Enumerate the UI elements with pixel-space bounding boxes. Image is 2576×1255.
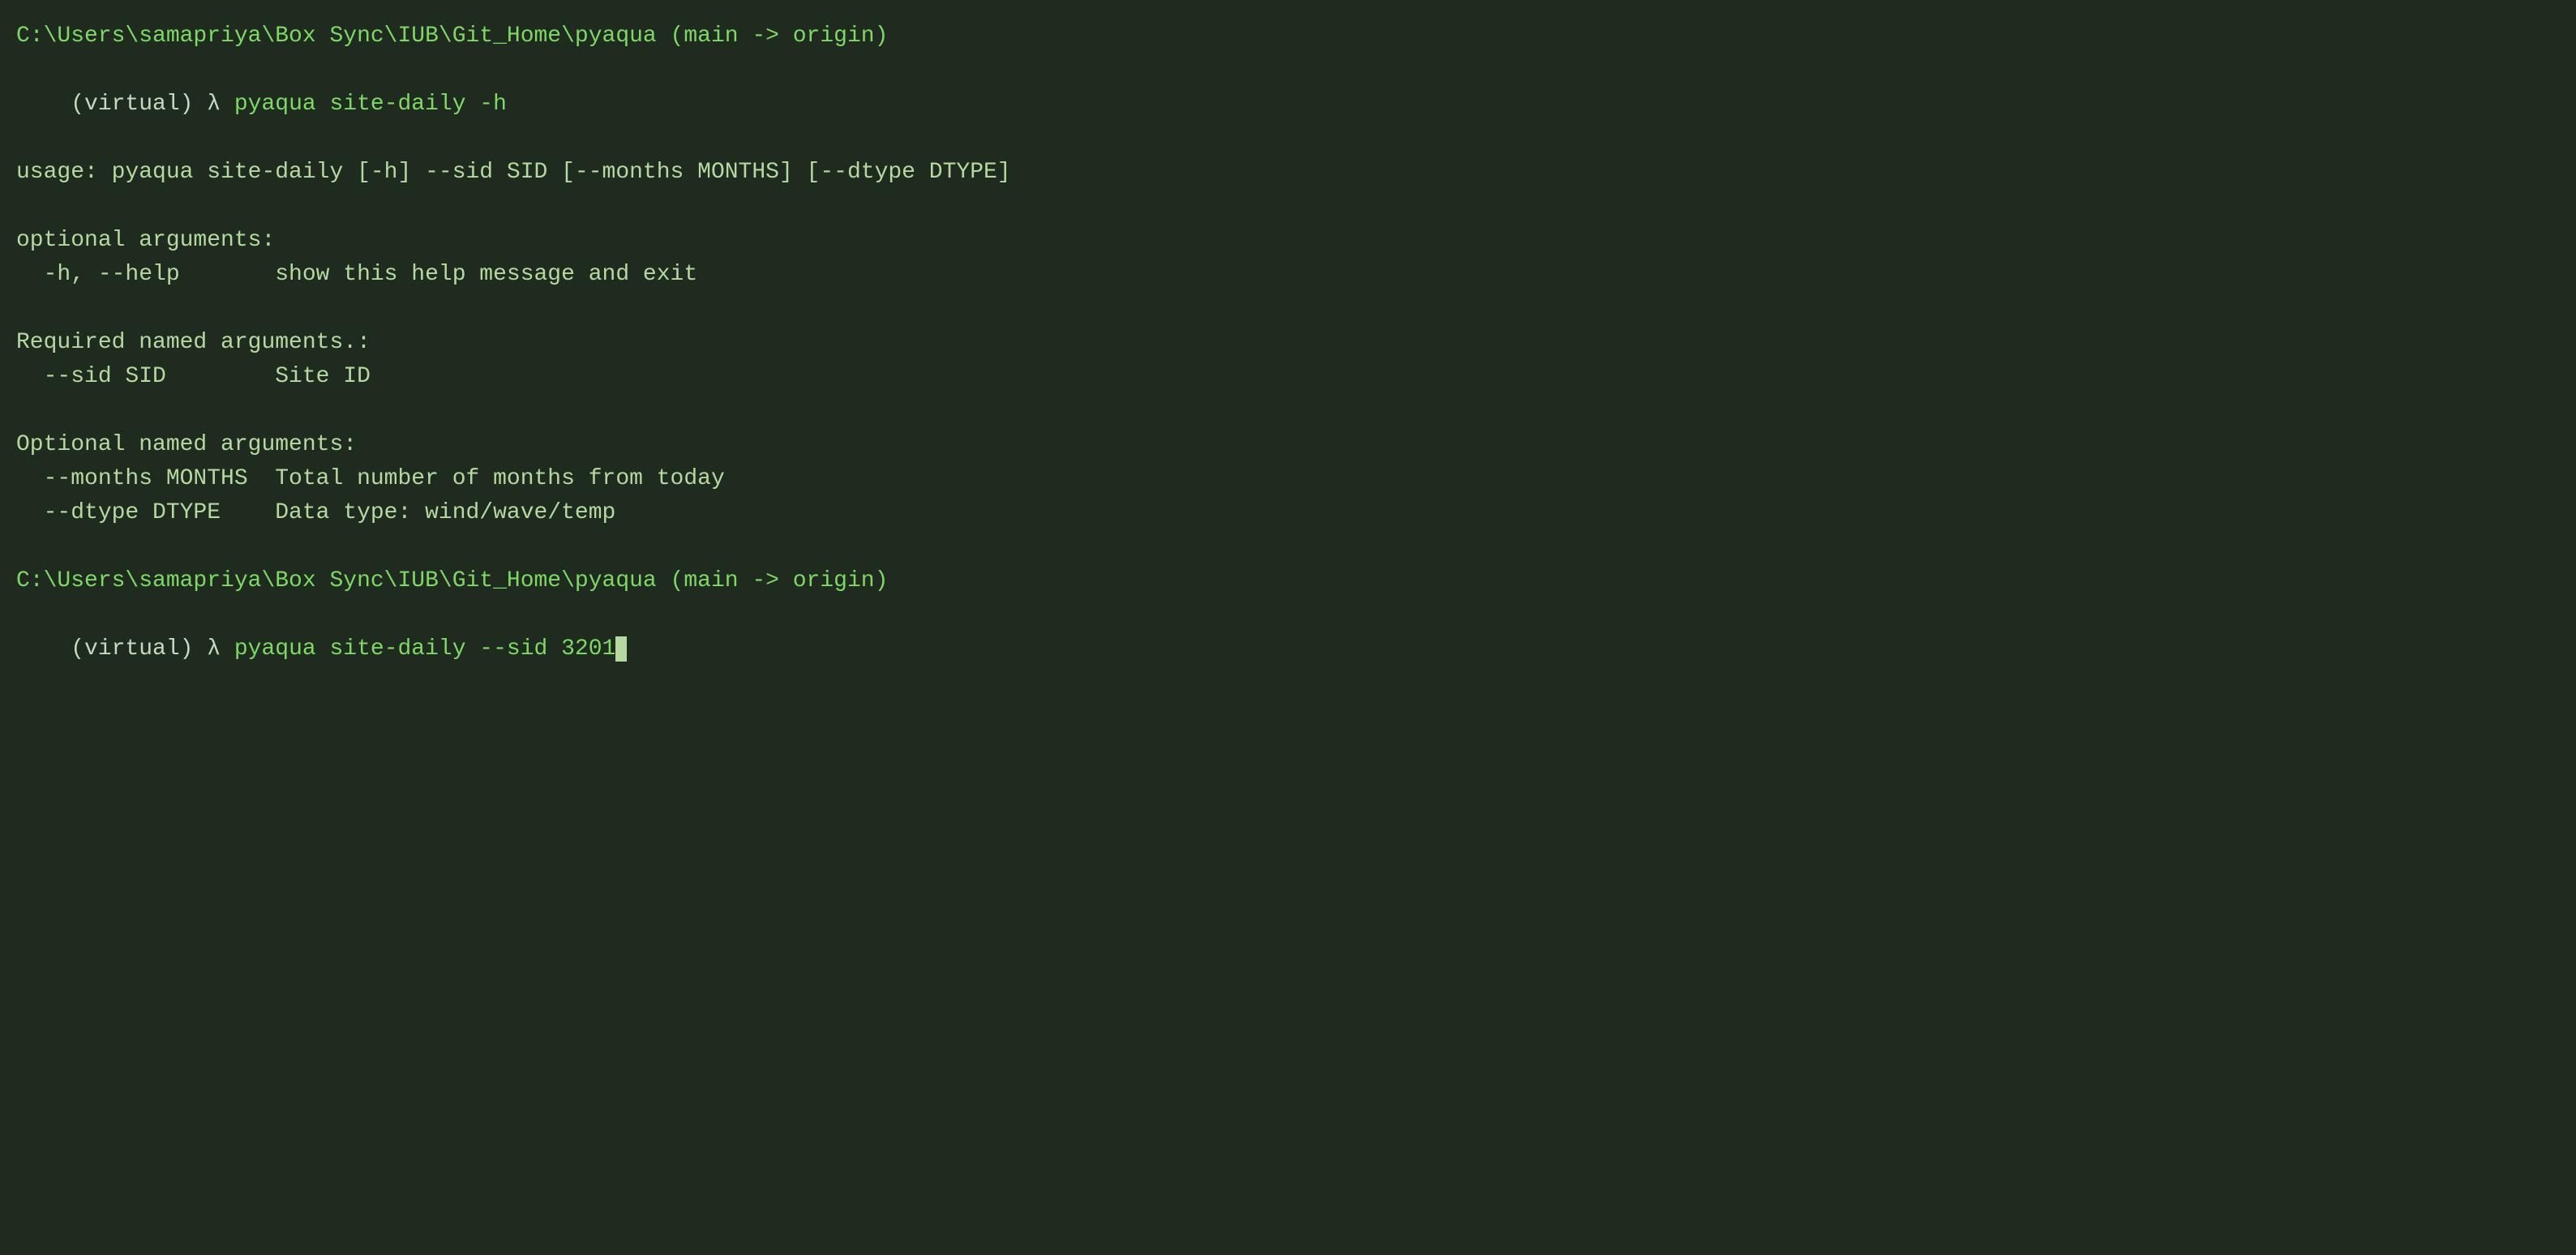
empty-line-1 <box>16 190 2560 224</box>
command-line-2: (virtual) λ pyaqua site-daily --sid 3201 <box>16 598 2560 700</box>
command-text-2: pyaqua site-daily --sid 3201 <box>234 636 615 662</box>
cursor <box>615 636 627 662</box>
usage-line: usage: pyaqua site-daily [-h] --sid SID … <box>16 156 2560 190</box>
optional-named-header-line: Optional named arguments: <box>16 428 2560 462</box>
command-line-1: (virtual) λ pyaqua site-daily -h <box>16 54 2560 156</box>
dtype-arg-line: --dtype DTYPE Data type: wind/wave/temp <box>16 496 2560 530</box>
empty-line-4 <box>16 530 2560 564</box>
sid-arg-line: --sid SID Site ID <box>16 360 2560 394</box>
path-line-2: C:\Users\samapriya\Box Sync\IUB\Git_Home… <box>16 564 2560 598</box>
path-line-1: C:\Users\samapriya\Box Sync\IUB\Git_Home… <box>16 19 2560 54</box>
terminal-window: C:\Users\samapriya\Box Sync\IUB\Git_Home… <box>16 19 2560 700</box>
prompt-2: (virtual) λ <box>71 636 234 662</box>
optional-header-line: optional arguments: <box>16 224 2560 258</box>
command-text-1: pyaqua site-daily -h <box>234 92 507 117</box>
empty-line-2 <box>16 292 2560 326</box>
help-arg-line: -h, --help show this help message and ex… <box>16 258 2560 292</box>
prompt-1: (virtual) λ <box>71 92 234 117</box>
required-header-line: Required named arguments.: <box>16 326 2560 360</box>
months-arg-line: --months MONTHS Total number of months f… <box>16 462 2560 496</box>
empty-line-3 <box>16 394 2560 428</box>
